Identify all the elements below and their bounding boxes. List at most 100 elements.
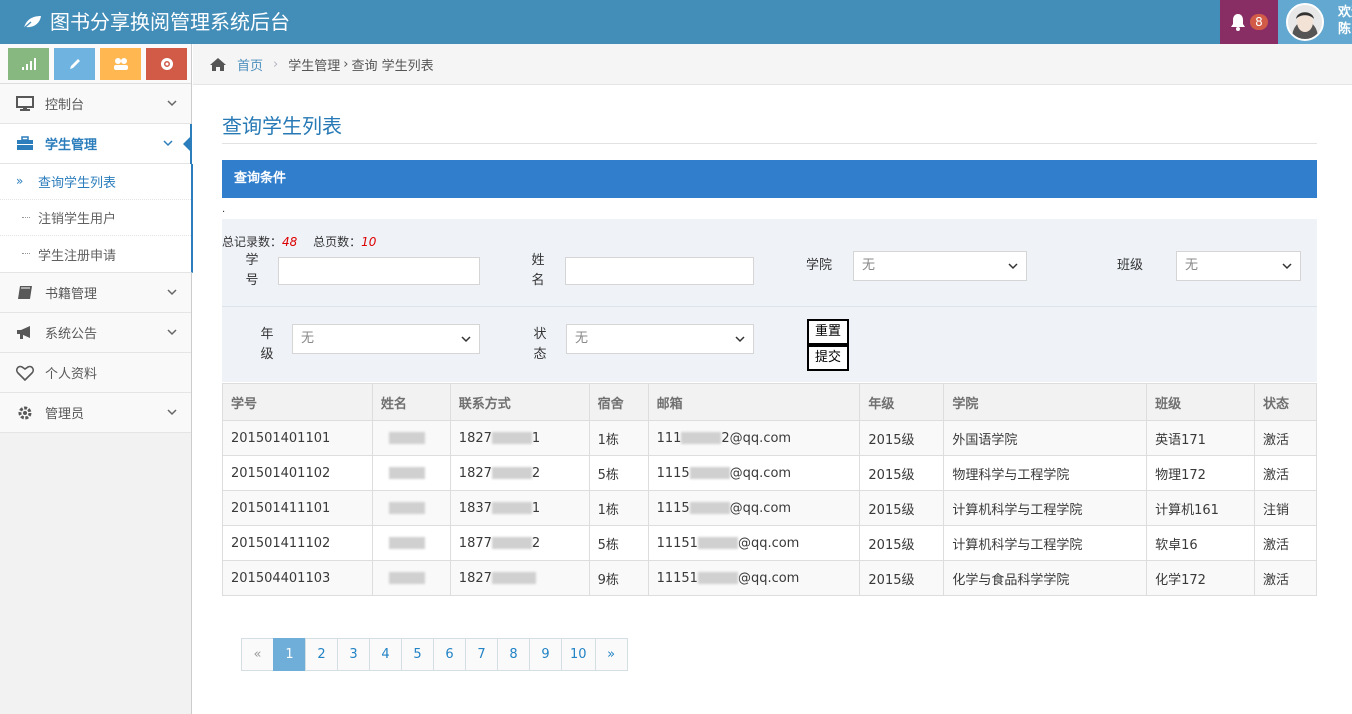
column-header[interactable]: 邮箱	[647, 383, 861, 421]
reset-button[interactable]: 重置	[807, 319, 849, 345]
sidebar-item-book-management[interactable]: 书籍管理	[0, 273, 191, 313]
name-input[interactable]	[565, 257, 754, 285]
cell-dorm: 5栋	[588, 455, 649, 491]
shortcut-cog-button[interactable]	[146, 48, 187, 80]
pagination-next[interactable]: »	[594, 638, 628, 671]
cell-email: 1115 @qq.com	[647, 455, 861, 491]
sidebar-subitem-label: 学生注册申请	[38, 248, 117, 264]
column-header[interactable]: 联系方式	[449, 383, 590, 421]
college-select[interactable]: 无	[853, 251, 1027, 281]
home-icon	[210, 57, 226, 71]
breadcrumb: 首页 › 学生管理 › 查询 学生列表	[193, 44, 1352, 85]
status-select[interactable]: 无	[566, 324, 754, 354]
cell-grade: 2015级	[859, 455, 945, 491]
cell-student-id: 201501411102	[222, 525, 373, 561]
cell-name	[371, 560, 451, 596]
notification-button[interactable]: 8	[1220, 0, 1278, 44]
pagination-page[interactable]: 7	[465, 638, 498, 671]
cell-name	[371, 525, 451, 561]
bell-icon	[1231, 14, 1246, 31]
redacted-email	[689, 502, 730, 514]
cell-student-id: 201504401103	[222, 560, 373, 596]
table-row[interactable]: 201501401101 1827 1 1栋 111 2@qq.com 2015级 …	[222, 420, 1317, 456]
sidebar-item-label: 书籍管理	[45, 287, 98, 302]
cell-student-id: 201501401102	[222, 455, 373, 491]
shortcut-users-button[interactable]	[100, 48, 141, 80]
student-table: 学号 姓名 联系方式 宿舍 邮箱 年级 学院 班级 状态 20150140110…	[222, 383, 1317, 596]
user-avatar-icon	[1288, 5, 1322, 39]
page-title: 查询学生列表	[222, 114, 342, 138]
column-header[interactable]: 姓名	[371, 383, 451, 421]
breadcrumb-separator: ›	[343, 56, 349, 72]
sidebar-subitem-query-students[interactable]: » 查询学生列表	[0, 164, 191, 200]
sidebar-item-label: 控制台	[45, 98, 85, 113]
bullhorn-icon	[15, 325, 35, 341]
column-header[interactable]: 状态	[1254, 383, 1317, 421]
cell-email: 11151 @qq.com	[647, 560, 861, 596]
sidebar-subitem-deactivate-students[interactable]: 注销学生用户	[0, 200, 191, 236]
sidebar-subitem-label: 注销学生用户	[38, 212, 117, 227]
column-header[interactable]: 学号	[222, 383, 373, 421]
brand[interactable]: 图书分享换阅管理系统后台	[22, 0, 290, 44]
table-row[interactable]: 201501411101 1837 1 1栋 1115 @qq.com 2015级 …	[222, 490, 1317, 526]
sidebar-item-dashboard[interactable]: 控制台	[0, 84, 191, 124]
title-divider	[222, 143, 1317, 144]
column-header[interactable]: 年级	[859, 383, 945, 421]
gear-icon	[15, 405, 35, 421]
app-title: 图书分享换阅管理系统后台	[50, 10, 290, 34]
sidebar-item-label: 学生管理	[45, 138, 98, 153]
sidebar-item-student-management[interactable]: 学生管理	[0, 124, 192, 164]
shortcut-pencil-button[interactable]	[54, 48, 95, 80]
table-row[interactable]: 201501401102 1827 2 5栋 1115 @qq.com 2015级 …	[222, 455, 1317, 491]
cell-status: 注销	[1254, 490, 1317, 526]
sidebar-subitem-label: 查询学生列表	[38, 176, 117, 191]
user-menu[interactable]: 欢迎 陈	[1278, 0, 1352, 44]
pagination: « 1 2 3 4 5 6 7 8 9 10 »	[241, 638, 628, 671]
main-content: 首页 › 学生管理 › 查询 学生列表 查询学生列表 查询条件 . 总记录数：4…	[193, 44, 1352, 714]
chevron-down-icon	[163, 140, 173, 147]
cell-class: 物理172	[1146, 455, 1256, 491]
total-pages: 10	[361, 235, 377, 249]
pagination-page[interactable]: 10	[561, 638, 596, 671]
pagination-page[interactable]: 8	[497, 638, 530, 671]
grade-select[interactable]: 无	[292, 324, 480, 354]
shortcut-signal-button[interactable]	[8, 48, 49, 80]
redacted-email	[697, 537, 738, 549]
pagination-page[interactable]: 1	[273, 638, 306, 671]
cell-email: 1115 @qq.com	[647, 490, 861, 526]
pagination-page[interactable]: 5	[401, 638, 434, 671]
cog-icon	[160, 58, 173, 70]
pagination-page[interactable]: 3	[337, 638, 370, 671]
sidebar-subitem-registration-requests[interactable]: 学生注册申请	[0, 236, 191, 272]
users-icon	[113, 58, 128, 70]
column-header[interactable]: 学院	[943, 383, 1148, 421]
column-header[interactable]: 班级	[1146, 383, 1256, 421]
column-header[interactable]: 宿舍	[588, 383, 649, 421]
sidebar-item-profile[interactable]: 个人资料	[0, 353, 191, 393]
pagination-page[interactable]: 4	[369, 638, 402, 671]
table-row[interactable]: 201501411102 1877 2 5栋 11151 @qq.com 2015级…	[222, 525, 1317, 561]
breadcrumb-current: 查询 学生列表	[351, 58, 434, 74]
sidebar-item-label: 个人资料	[45, 367, 98, 382]
tree-dash	[22, 217, 30, 218]
record-counts: 总记录数：48 总页数：10	[222, 235, 377, 249]
cell-grade: 2015级	[859, 420, 945, 456]
cell-email: 11151 @qq.com	[647, 525, 861, 561]
breadcrumb-home-link[interactable]: 首页	[237, 55, 263, 74]
sidebar: 控制台 学生管理 » 查询学生列表 注销学生用户 学生注册申请 书籍管理 系统公…	[0, 44, 193, 714]
class-select[interactable]: 无	[1176, 251, 1301, 281]
sidebar-item-admin[interactable]: 管理员	[0, 393, 191, 433]
submit-button[interactable]: 提交	[807, 345, 849, 371]
pagination-page[interactable]: 9	[529, 638, 562, 671]
student-id-input[interactable]	[278, 257, 480, 285]
cell-grade: 2015级	[859, 525, 945, 561]
pagination-page[interactable]: 2	[305, 638, 338, 671]
pagination-page[interactable]: 6	[433, 638, 466, 671]
cell-phone: 1827	[449, 560, 590, 596]
cell-class: 计算机161	[1146, 490, 1256, 526]
table-row[interactable]: 201504401103 1827 9栋 11151 @qq.com 2015级 …	[222, 560, 1317, 596]
sidebar-item-label: 系统公告	[45, 327, 98, 342]
pagination-prev[interactable]: «	[241, 638, 274, 671]
sidebar-item-announcements[interactable]: 系统公告	[0, 313, 191, 353]
query-form: 总记录数：48 总页数：10 学 号 姓 名 学院 无 班级 无 年 级 无 状…	[222, 219, 1317, 382]
